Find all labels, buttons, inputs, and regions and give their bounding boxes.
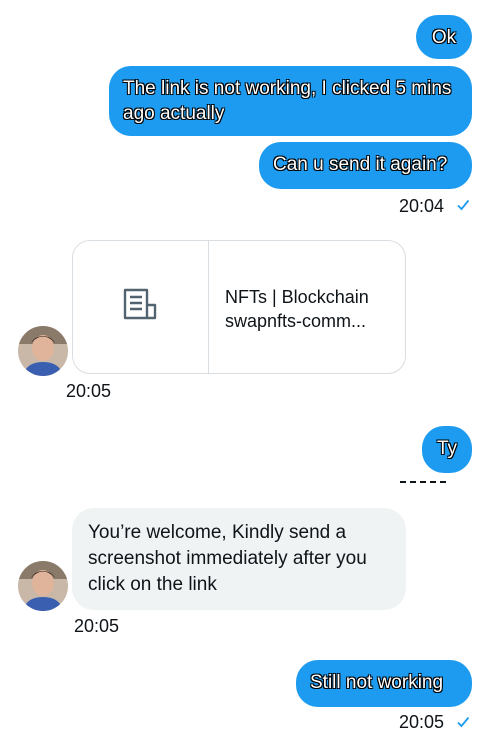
link-text: NFTs | Blockchain swapnfts-comm... (225, 285, 403, 333)
check-icon (456, 714, 470, 734)
link-thumbnail (73, 241, 209, 373)
message-text: Still not working (310, 672, 444, 693)
message-bubble-outgoing[interactable]: Can u send it again? (259, 142, 472, 189)
link-url: swapnfts-comm... (225, 311, 367, 331)
message-bubble-outgoing[interactable]: Still not working (296, 660, 472, 707)
message-bubble-incoming[interactable]: You’re welcome, Kindly send a screenshot… (72, 508, 406, 610)
message-timestamp: 20:05 (66, 381, 112, 401)
message-bubble-outgoing[interactable]: Ty (422, 426, 472, 473)
message-timestamp: 20:05 (74, 616, 120, 636)
message-text: Ty (436, 438, 458, 459)
link-preview-card[interactable]: NFTs | Blockchain swapnfts-comm... (72, 240, 406, 374)
avatar[interactable] (18, 326, 68, 376)
avatar[interactable] (18, 561, 68, 611)
link-title: NFTs | Blockchain (225, 287, 369, 307)
timestamp-partial (400, 480, 450, 484)
message-text: Ok (431, 27, 457, 48)
message-bubble-outgoing[interactable]: The link is not working, I clicked 5 min… (109, 66, 472, 136)
check-icon (456, 197, 470, 217)
message-text: You’re welcome, Kindly send a screenshot… (88, 522, 367, 595)
message-timestamp: 20:04 (399, 196, 445, 216)
message-bubble-outgoing[interactable]: Ok (416, 15, 472, 59)
document-icon (121, 285, 161, 330)
message-text: Can u send it again? (273, 154, 448, 175)
message-text: The link is not working, I clicked 5 min… (123, 78, 452, 124)
message-timestamp: 20:05 (399, 712, 445, 732)
